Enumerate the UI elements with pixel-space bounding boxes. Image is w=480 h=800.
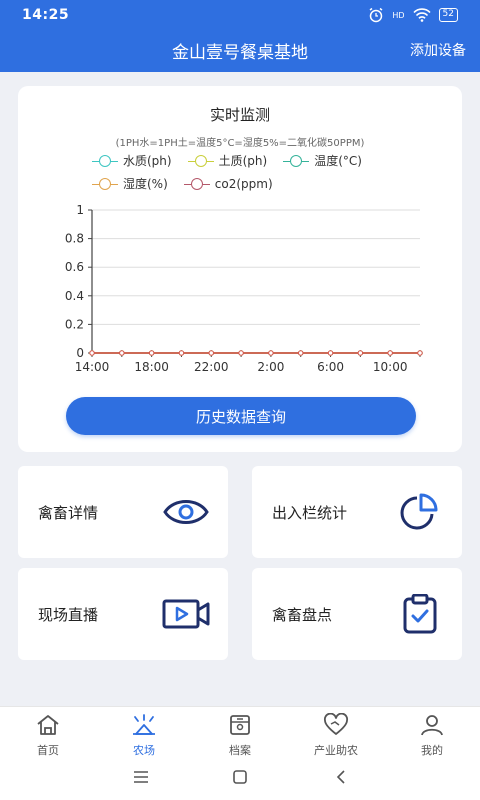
x-tick-label: 10:00: [373, 360, 408, 374]
data-point: [148, 350, 155, 356]
y-tick-label: 0.2: [65, 317, 84, 331]
livestock-inventory-card[interactable]: 禽畜盘点: [252, 568, 462, 660]
data-point: [208, 350, 214, 356]
legend-label: 水质(ph): [123, 154, 172, 168]
legend-marker-icon: [183, 177, 210, 190]
livestock-details-card[interactable]: 禽畜详情: [18, 466, 228, 558]
archive-icon: [230, 715, 250, 735]
data-point: [298, 350, 304, 356]
legend-marker-icon: [187, 154, 214, 167]
nav-label: 档案: [229, 744, 251, 757]
nav-label: 我的: [421, 744, 443, 757]
nav-item-agri-support[interactable]: 产业助农: [288, 707, 384, 758]
legend-item-temperature[interactable]: 温度(°C): [283, 152, 362, 169]
x-tick-label: 2:00: [257, 360, 284, 374]
legend-label: 湿度(%): [123, 177, 168, 191]
data-point: [268, 350, 274, 356]
alarm-icon: [369, 7, 383, 23]
add-device-button[interactable]: 添加设备: [410, 40, 466, 60]
x-tick-label: 18:00: [134, 360, 169, 374]
pie-chart-icon: [400, 493, 438, 530]
monitor-title: 实时监测: [209, 106, 270, 124]
legend-item-water-ph[interactable]: 水质(ph): [92, 152, 172, 169]
nav-label: 农场: [133, 744, 155, 757]
home-square-icon[interactable]: [231, 768, 249, 786]
data-point: [178, 350, 185, 356]
unit-conversion-note: (1PH水=1PH土=温度5°C=湿度5%=二氧化碳50PPM): [115, 138, 365, 149]
nav-label: 产业助农: [314, 744, 358, 757]
nav-item-farm[interactable]: 农场: [96, 707, 192, 758]
realtime-line-chart: 0 0.2 0.4 0.6 0.8 1 14:00 18:00 22:00 2:00 6:00 10:…: [65, 203, 423, 374]
y-tick-label: 0: [76, 346, 84, 360]
realtime-monitor-card: 实时监测 (1PH水=1PH土=温度5°C=湿度5%=二氧化碳50PPM) 水质…: [18, 86, 462, 452]
x-tick-label: 22:00: [194, 360, 229, 374]
eye-icon: [163, 500, 209, 524]
system-navigation-bar: [0, 758, 480, 800]
status-bar: 14:25 HD 52: [0, 0, 480, 30]
x-tick-label: 6:00: [317, 360, 344, 374]
feature-label: 出入栏统计: [272, 504, 348, 522]
network-type-label: HD: [392, 10, 405, 20]
menu-icon[interactable]: [132, 768, 150, 786]
legend-label: 温度(°C): [314, 154, 362, 168]
legend-marker-icon: [92, 177, 118, 190]
legend-label: co2(ppm): [214, 176, 273, 191]
nav-item-profile[interactable]: 我的: [384, 707, 480, 758]
farm-icon: [133, 714, 155, 735]
clipboard-check-icon: [403, 594, 437, 634]
battery-icon: 52: [438, 8, 458, 22]
data-point: [417, 350, 423, 356]
status-icons: HD 52: [368, 7, 458, 23]
legend-item-soil-ph[interactable]: 土质(ph): [187, 152, 268, 169]
y-tick-label: 1: [76, 203, 84, 217]
feature-label: 禽畜详情: [38, 504, 99, 522]
y-tick-label: 0.6: [65, 260, 84, 274]
y-tick-label: 0.8: [65, 232, 84, 246]
bottom-navigation: 首页 农场 档案 产业助农 我的: [0, 706, 480, 758]
nav-label: 首页: [37, 744, 59, 757]
legend-label: 土质(ph): [218, 154, 268, 168]
data-point: [387, 350, 393, 356]
back-icon[interactable]: [333, 768, 351, 786]
data-point: [357, 350, 364, 356]
page-title: 金山壹号餐桌基地: [172, 43, 308, 63]
legend-item-co2[interactable]: co2(ppm): [183, 175, 273, 192]
live-stream-card[interactable]: 现场直播: [18, 568, 228, 660]
pen-statistics-card[interactable]: 出入栏统计: [252, 466, 462, 558]
history-query-button[interactable]: 历史数据查询: [66, 397, 416, 435]
wifi-icon: [412, 8, 431, 22]
x-tick-label: 14:00: [75, 360, 110, 374]
heart-icon: [324, 713, 348, 735]
video-icon: [162, 599, 210, 629]
chart-legend-row-2: 湿度(%) co2(ppm): [92, 175, 273, 192]
status-time: 14:25: [22, 7, 70, 23]
chart-legend-row-1: 水质(ph) 土质(ph) 温度(°C): [92, 152, 362, 169]
feature-label: 现场直播: [38, 606, 99, 624]
feature-label: 禽畜盘点: [272, 606, 333, 624]
data-point: [238, 350, 244, 356]
legend-item-humidity[interactable]: 湿度(%): [92, 175, 168, 192]
user-icon: [421, 715, 443, 736]
y-tick-label: 0.4: [65, 289, 84, 303]
home-icon: [37, 715, 59, 735]
data-point: [327, 350, 334, 356]
nav-item-home[interactable]: 首页: [0, 707, 96, 758]
legend-marker-icon: [283, 154, 310, 167]
data-point: [89, 350, 95, 356]
legend-marker-icon: [92, 154, 118, 167]
app-header: 14:25 HD 52 金山壹号餐桌基地 添加设备: [0, 0, 480, 72]
data-point: [119, 350, 125, 356]
nav-item-archive[interactable]: 档案: [192, 707, 288, 758]
